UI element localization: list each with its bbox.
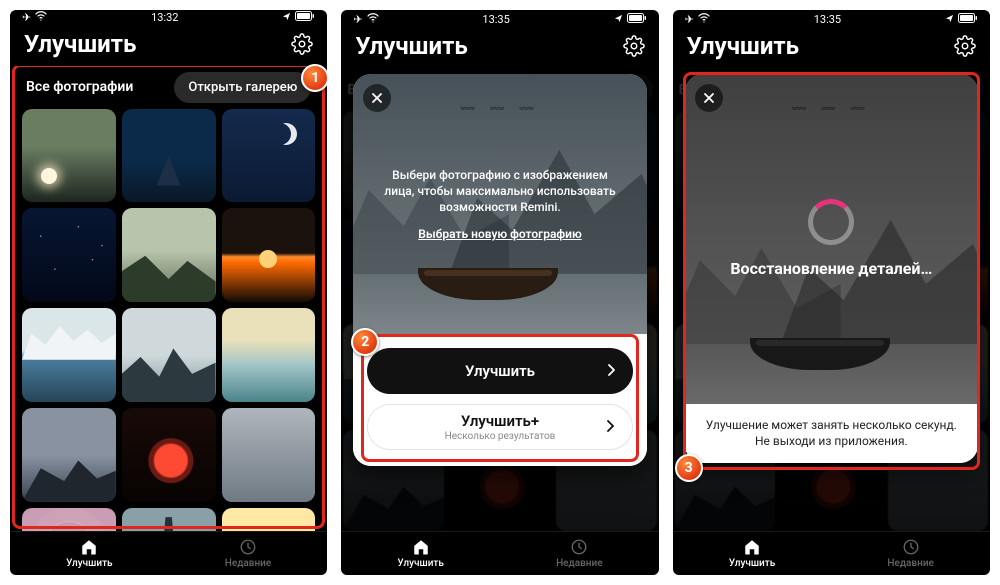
gallery-main: Все фотографии Открыть галерею (10, 66, 327, 531)
enhance-plus-label: Улучшить+ (461, 412, 539, 430)
bottom-nav: Улучшить Недавние (10, 531, 327, 575)
title-row: Улучшить (10, 26, 327, 66)
nav-label: Улучшить (66, 558, 112, 569)
preview-image: ﹌ ﹌ ﹌ Выбери фотографию с изображением л… (353, 74, 646, 334)
home-icon (412, 538, 430, 556)
nav-label: Улучшить (397, 558, 443, 569)
face-hint-message: Выбери фотографию с изображением лица, ч… (377, 167, 622, 216)
nav-enhance[interactable]: Улучшить (397, 538, 443, 569)
close-button[interactable] (695, 84, 723, 112)
status-time: 13:35 (482, 13, 509, 26)
battery-icon (627, 13, 647, 26)
wifi-icon (698, 13, 710, 26)
nav-label: Улучшить (729, 558, 775, 569)
nav-recent[interactable]: Недавние (556, 538, 602, 569)
airplane-mode-icon: ✈︎ (22, 11, 31, 24)
status-bar: ✈︎ 13:35 (673, 10, 990, 28)
preview-overlay-text: Выбери фотографию с изображением лица, ч… (353, 74, 646, 334)
battery-icon (295, 11, 315, 24)
close-icon (703, 92, 715, 104)
enhance-label: Улучшить (465, 362, 535, 380)
photo-preview-card: ﹌ ﹌ ﹌ Выбери фотографию с изображением л… (353, 74, 646, 466)
gallery-thumb[interactable] (22, 508, 116, 531)
gallery-thumb[interactable] (22, 308, 116, 402)
airplane-mode-icon: ✈︎ (685, 13, 694, 26)
clock-icon (902, 538, 920, 556)
gallery-thumb[interactable] (222, 508, 316, 531)
status-time: 13:35 (814, 13, 841, 26)
page-title: Улучшить (687, 32, 799, 60)
title-row: Улучшить (341, 28, 658, 68)
panel-2-preview: ✈︎ 13:35 Улучшить Все фотографииОткрыть … (341, 10, 658, 575)
gallery-thumb[interactable] (22, 208, 116, 302)
gallery-thumb[interactable] (222, 109, 316, 203)
page-title: Улучшить (24, 30, 136, 58)
gallery-thumb[interactable] (122, 109, 216, 203)
wifi-icon (367, 13, 379, 26)
panel-3-loading: ✈︎ 13:35 Улучшить Все фотографииОткрыть … (673, 10, 990, 575)
page-title: Улучшить (355, 32, 467, 60)
status-time: 13:32 (151, 11, 178, 24)
title-row: Улучшить (673, 28, 990, 68)
choose-new-link[interactable]: Выбрать новую фотографию (418, 227, 582, 241)
wifi-icon (35, 11, 47, 24)
battery-icon (958, 13, 978, 26)
home-icon (743, 538, 761, 556)
nav-label: Недавние (225, 558, 271, 569)
all-photos-label: Все фотографии (26, 79, 133, 95)
enhance-plus-sub: Несколько результатов (445, 431, 556, 442)
nav-label: Недавние (556, 558, 602, 569)
gallery-thumb[interactable] (222, 308, 316, 402)
preview-main: Все фотографииОткрыть галерею ﹌ ﹌ ﹌ (341, 68, 658, 531)
gallery-filter-row: Все фотографии Открыть галерею (20, 66, 317, 109)
nav-recent[interactable]: Недавние (887, 538, 933, 569)
gallery-thumb[interactable] (122, 508, 216, 531)
home-icon (80, 538, 98, 556)
gallery-grid (20, 109, 317, 531)
gallery-thumb[interactable] (122, 208, 216, 302)
status-bar: ✈︎ 13:32 (10, 10, 327, 26)
settings-button[interactable] (291, 33, 313, 55)
enhance-actions: Улучшить Улучшить+ Несколько результатов (353, 334, 646, 466)
location-icon (282, 11, 291, 24)
gallery-thumb[interactable] (122, 408, 216, 502)
loading-visual: ﹌ ﹌ ﹌ Восстановление деталей… (685, 74, 978, 404)
step-badge-3: 3 (675, 454, 703, 482)
chevron-right-icon (606, 418, 614, 436)
gallery-thumb[interactable] (222, 208, 316, 302)
nav-enhance[interactable]: Улучшить (729, 538, 775, 569)
bottom-nav: Улучшить Недавние (341, 531, 658, 575)
clock-icon (239, 538, 257, 556)
settings-button[interactable] (623, 35, 645, 57)
chevron-right-icon (607, 362, 615, 380)
gallery-thumb[interactable] (22, 109, 116, 203)
loading-spinner-icon (808, 199, 854, 245)
loading-title: Восстановление деталей… (730, 259, 932, 278)
nav-label: Недавние (887, 558, 933, 569)
loading-caption: Улучшение может занять несколько секунд.… (685, 404, 978, 463)
loading-card: ﹌ ﹌ ﹌ Восстановление деталей… Улучшение … (685, 74, 978, 463)
step-badge-1: 1 (301, 64, 327, 92)
enhance-button[interactable]: Улучшить (367, 348, 632, 394)
gallery-thumb[interactable] (22, 408, 116, 502)
clock-icon (570, 538, 588, 556)
enhance-plus-button[interactable]: Улучшить+ Несколько результатов (367, 404, 632, 450)
gallery-thumb[interactable] (222, 408, 316, 502)
bottom-nav: Улучшить Недавние (673, 531, 990, 575)
location-icon (945, 13, 954, 26)
loading-main: Все фотографииОткрыть галерею ﹌ ﹌ ﹌ (673, 68, 990, 531)
location-icon (614, 13, 623, 26)
nav-recent[interactable]: Недавние (225, 538, 271, 569)
settings-button[interactable] (954, 35, 976, 57)
open-gallery-button[interactable]: Открыть галерею (174, 72, 311, 103)
status-bar: ✈︎ 13:35 (341, 10, 658, 28)
gallery-thumb[interactable] (122, 308, 216, 402)
airplane-mode-icon: ✈︎ (353, 13, 362, 26)
nav-enhance[interactable]: Улучшить (66, 538, 112, 569)
panel-1-gallery: ✈︎ 13:32 Улучшить Все фотографии Открыть… (10, 10, 327, 575)
